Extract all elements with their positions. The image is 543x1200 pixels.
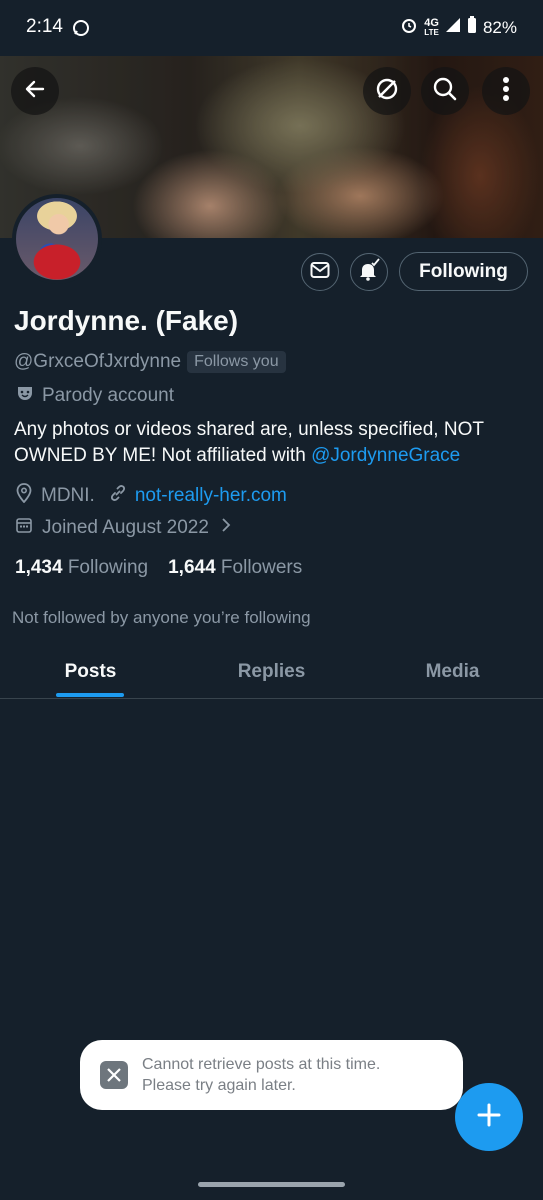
more-options-button[interactable] — [482, 67, 530, 115]
toast-message: Cannot retrieve posts at this time. Plea… — [142, 1054, 380, 1096]
dismiss-circle-icon — [374, 76, 400, 107]
location-website-row: MDNI. not-really-her.com — [16, 483, 287, 509]
alarm-icon — [400, 16, 418, 39]
joined-row[interactable]: Joined August 2022 — [16, 517, 231, 539]
message-bubble-icon — [72, 19, 90, 42]
compose-button[interactable] — [455, 1083, 523, 1151]
following-label: Following — [67, 557, 149, 578]
followers-label: Followers — [220, 557, 303, 578]
x-logo-icon — [100, 1061, 128, 1089]
not-followed-text: Not followed by anyone you’re following — [12, 608, 311, 627]
display-name: Jordynne. (Fake) — [14, 305, 239, 336]
tab-posts[interactable]: Posts — [0, 645, 181, 698]
plus-icon — [476, 1102, 502, 1133]
status-time: 2:14 — [26, 16, 63, 37]
tab-replies[interactable]: Replies — [181, 645, 362, 698]
handle: @GrxceOfJxrdynne — [14, 351, 182, 372]
profile-tabs: Posts Replies Media — [0, 645, 543, 699]
status-indicators: 4G LTE 82% — [400, 16, 517, 39]
message-button[interactable] — [301, 253, 339, 291]
avatar[interactable] — [12, 194, 102, 284]
battery-icon — [467, 16, 477, 39]
bell-check-icon — [357, 257, 381, 287]
parody-label-row: Parody account — [16, 384, 174, 408]
bio: Any photos or videos shared are, unless … — [14, 417, 529, 469]
back-button[interactable] — [11, 67, 59, 115]
search-icon — [432, 76, 458, 107]
toast-line-2: Please try again later. — [142, 1077, 296, 1094]
chevron-right-icon — [221, 517, 231, 539]
search-button[interactable] — [421, 67, 469, 115]
back-arrow-icon — [23, 77, 47, 106]
calendar-icon — [16, 517, 32, 539]
bio-mention-link[interactable]: @JordynneGrace — [311, 445, 460, 466]
following-stat[interactable]: 1,434 Following — [15, 557, 148, 579]
more-vertical-icon — [502, 76, 510, 107]
battery-percent: 82% — [482, 17, 517, 37]
theater-mask-icon — [16, 384, 34, 408]
handle-row: @GrxceOfJxrdynne Follows you — [14, 351, 286, 373]
toast-line-1: Cannot retrieve posts at this time. — [142, 1056, 381, 1073]
home-indicator[interactable] — [198, 1182, 345, 1187]
error-toast: Cannot retrieve posts at this time. Plea… — [80, 1040, 463, 1110]
location: MDNI. — [41, 485, 95, 506]
follow-stats: 1,434 Following 1,644 Followers — [15, 557, 302, 579]
tab-media[interactable]: Media — [362, 645, 543, 698]
followers-count: 1,644 — [168, 557, 216, 578]
link-icon — [109, 484, 127, 508]
network-type: 4G LTE — [424, 16, 439, 37]
notifications-button[interactable] — [350, 253, 388, 291]
following-count: 1,434 — [15, 557, 63, 578]
following-button[interactable]: Following — [399, 252, 528, 291]
location-pin-icon — [16, 483, 32, 509]
signal-icon — [445, 17, 461, 38]
joined-date: Joined August 2022 — [42, 517, 209, 538]
parody-label: Parody account — [42, 385, 175, 406]
dismiss-button[interactable] — [363, 67, 411, 115]
active-tab-indicator — [56, 693, 124, 697]
website-link[interactable]: not-really-her.com — [135, 485, 287, 507]
status-bar: 2:14 4G LTE 82% — [0, 0, 543, 56]
envelope-icon — [310, 261, 330, 284]
follows-you-badge: Follows you — [187, 351, 286, 373]
followers-stat[interactable]: 1,644 Followers — [168, 557, 302, 579]
